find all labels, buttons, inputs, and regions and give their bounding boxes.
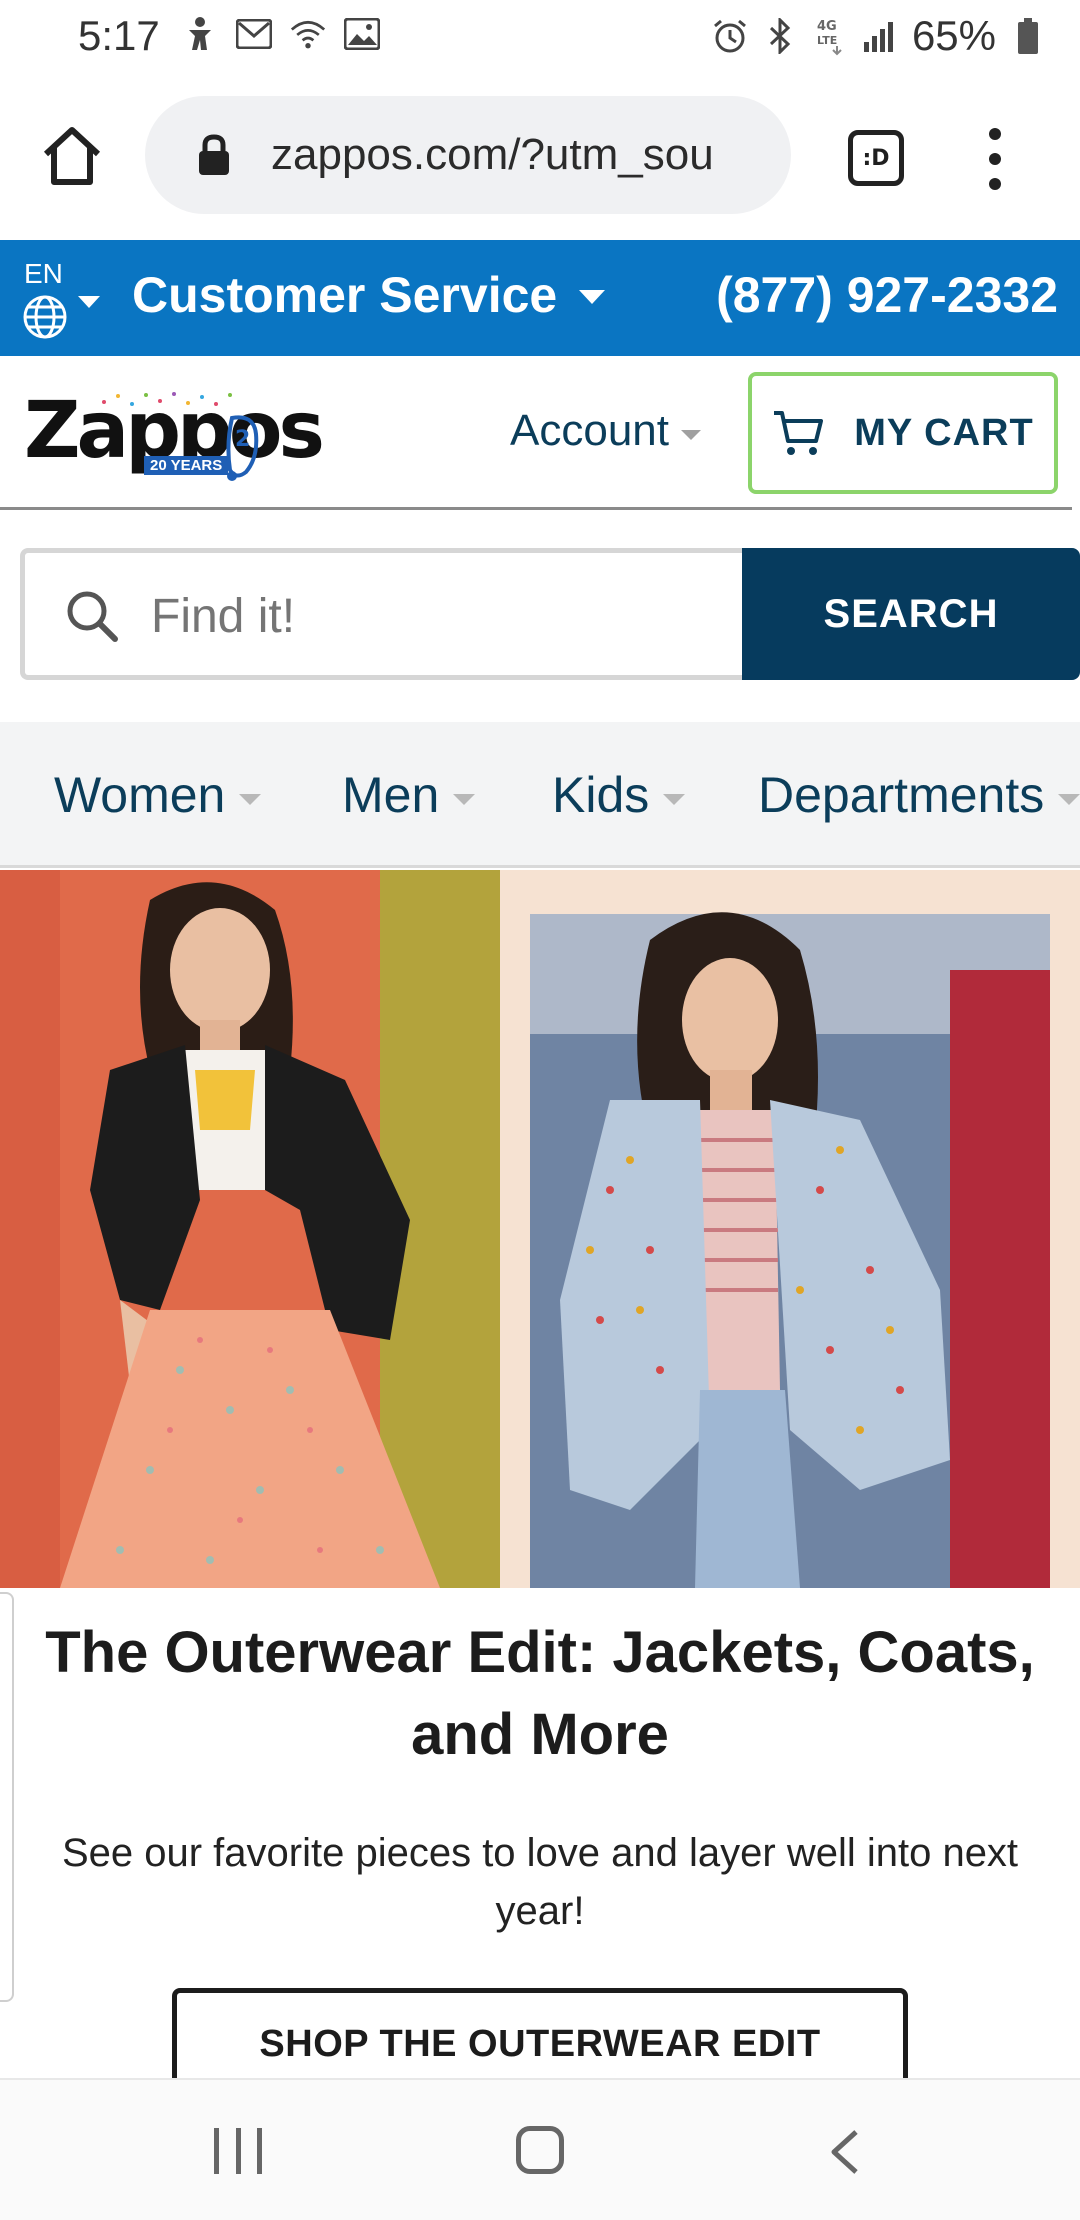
chevron-down-icon	[239, 793, 262, 805]
logo-badge: 20 YEARS	[144, 456, 229, 475]
svg-text:LTE: LTE	[817, 34, 837, 47]
chevron-down-icon	[453, 793, 476, 805]
hero-image-leather-jacket	[0, 870, 500, 1588]
status-right: 4G LTE 65%	[712, 12, 1046, 60]
chevron-down-icon	[1058, 793, 1080, 805]
home-icon[interactable]	[38, 122, 106, 190]
wifi-icon	[290, 16, 326, 52]
nav-item-label: Departments	[758, 767, 1045, 823]
android-navigation-bar	[0, 2078, 1080, 2220]
chevron-down-icon	[78, 296, 100, 308]
gmail-icon	[236, 16, 272, 52]
nav-item-departments[interactable]: Departments	[758, 766, 1080, 824]
zappos-logo[interactable]: Zappos 20 YEARS 2	[24, 386, 325, 482]
category-nav: Women Men Kids Departments	[0, 722, 1080, 868]
hero-image-denim-jacket	[500, 870, 1080, 1588]
utility-bar: EN Customer Service (877) 927-2332	[0, 240, 1080, 356]
customer-service-menu[interactable]: Customer Service	[132, 266, 606, 324]
lock-icon	[197, 134, 231, 176]
browser-toolbar: zappos.com/?utm_sou :D	[0, 72, 1080, 240]
search-icon	[67, 591, 118, 642]
customer-service-label: Customer Service	[132, 267, 558, 323]
account-label: Account	[510, 406, 669, 455]
nav-item-label: Women	[54, 767, 226, 823]
chevron-down-icon	[663, 793, 686, 805]
globe-icon	[22, 294, 68, 340]
nav-item-label: Kids	[552, 767, 650, 823]
home-button-icon[interactable]	[516, 2126, 564, 2174]
cart-icon	[774, 411, 824, 455]
more-menu-icon[interactable]	[980, 128, 1010, 190]
search-form: Find it! SEARCH	[20, 548, 1080, 680]
search-button[interactable]: SEARCH	[742, 548, 1080, 680]
battery-percent: 65%	[911, 12, 996, 59]
url-text: zappos.com/?utm_sou	[271, 130, 714, 179]
svg-text:2: 2	[235, 427, 250, 452]
phone-link[interactable]: (877) 927-2332	[716, 266, 1058, 324]
tab-switcher-button[interactable]: :D	[848, 130, 904, 186]
account-menu[interactable]: Account	[510, 406, 701, 456]
alarm-icon	[712, 18, 748, 54]
search-input[interactable]: Find it!	[20, 548, 742, 680]
nav-item-men[interactable]: Men	[342, 766, 476, 824]
gallery-icon	[344, 16, 380, 52]
back-icon[interactable]	[826, 2130, 866, 2174]
cart-label: MY CART	[854, 411, 1034, 454]
site-header: Zappos 20 YEARS 2 Account MY CART	[0, 356, 1072, 510]
url-bar[interactable]: zappos.com/?utm_sou	[145, 96, 791, 214]
hero-banner[interactable]	[0, 870, 1080, 1588]
nav-item-label: Men	[342, 767, 440, 823]
4g-lte-icon: 4G LTE	[812, 18, 848, 56]
status-time: 5:17	[78, 12, 160, 59]
promo-subtitle: See our favorite pieces to love and laye…	[61, 1831, 1019, 1933]
recent-apps-icon[interactable]	[214, 2128, 262, 2174]
nav-item-women[interactable]: Women	[54, 766, 262, 824]
battery-icon	[1010, 18, 1046, 54]
cart-button[interactable]: MY CART	[748, 372, 1058, 494]
carousel-edge	[0, 1592, 14, 2002]
logo-shoe-icon: 2	[226, 415, 259, 481]
signal-icon	[862, 18, 898, 54]
promo-title: The Outerwear Edit: Jackets, Coats, and …	[45, 1620, 1035, 1767]
status-left-icons	[182, 16, 380, 52]
chevron-down-icon	[579, 290, 606, 304]
bluetooth-icon	[762, 18, 798, 54]
search-placeholder: Find it!	[151, 590, 296, 643]
nav-item-kids[interactable]: Kids	[552, 766, 686, 824]
language-label: EN	[24, 258, 63, 289]
promo-card: The Outerwear Edit: Jackets, Coats, and …	[0, 1588, 1080, 2098]
accessibility-icon	[182, 16, 218, 52]
chevron-down-icon	[680, 430, 701, 440]
language-selector[interactable]: EN	[20, 258, 110, 342]
status-bar: 5:17 4G LTE 65%	[0, 0, 1080, 72]
svg-text:4G: 4G	[817, 19, 837, 34]
